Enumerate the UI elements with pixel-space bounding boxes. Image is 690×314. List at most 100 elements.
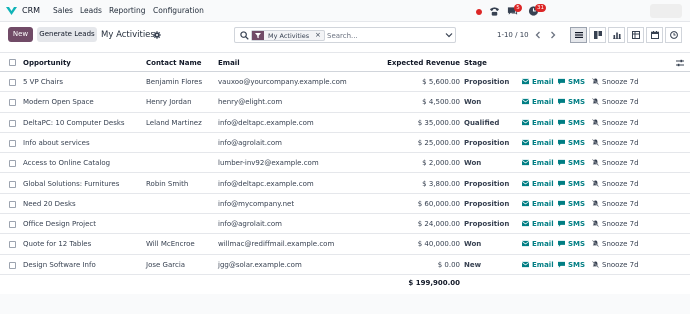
sms-action-button[interactable]: SMS (558, 98, 585, 106)
sms-action-button[interactable]: SMS (558, 139, 585, 147)
new-button[interactable]: New (8, 27, 33, 42)
snooze-action-button[interactable]: Snooze 7d (592, 180, 639, 188)
row-checkbox[interactable] (9, 79, 16, 86)
sms-action-button[interactable]: SMS (558, 159, 585, 167)
cell-stage: Won (464, 240, 482, 249)
sms-icon (558, 99, 565, 105)
apps-menu-icon[interactable] (6, 6, 17, 16)
user-avatar[interactable] (650, 4, 682, 18)
snooze-action-label: Snooze 7d (602, 118, 639, 127)
calendar-icon (651, 31, 659, 39)
menu-configuration[interactable]: Configuration (153, 6, 204, 15)
snooze-action-button[interactable]: Snooze 7d (592, 139, 639, 147)
sms-action-button[interactable]: SMS (558, 261, 585, 269)
table-row[interactable]: Quote for 12 Tables Will McEncroe willma… (0, 234, 690, 255)
menu-leads[interactable]: Leads (80, 6, 102, 15)
sms-action-button[interactable]: SMS (558, 78, 585, 86)
email-action-button[interactable]: Email (521, 159, 554, 167)
phone-icon[interactable] (489, 5, 500, 17)
table-row[interactable]: 5 VP Chairs Benjamin Flores vauxoo@yourc… (0, 72, 690, 93)
email-action-button[interactable]: Email (521, 78, 554, 86)
email-action-button[interactable]: Email (521, 220, 554, 228)
table-row[interactable]: Modern Open Space Henry Jordan henry@eli… (0, 92, 690, 113)
cell-revenue: $ 0.00 (437, 260, 460, 269)
row-checkbox[interactable] (9, 241, 16, 249)
row-checkbox[interactable] (9, 139, 16, 147)
kanban-view-button[interactable] (589, 27, 606, 43)
envelope-icon (521, 78, 530, 85)
menu-reporting[interactable]: Reporting (109, 6, 145, 15)
table-row[interactable]: DeltaPC: 10 Computer Desks Leland Martin… (0, 112, 690, 133)
facet-remove-icon[interactable]: × (315, 31, 321, 39)
column-header-opportunity[interactable]: Opportunity (23, 59, 71, 67)
column-header-revenue[interactable]: Expected Revenue (380, 59, 460, 67)
cell-contact: Henry Jordan (146, 98, 192, 107)
column-header-stage[interactable]: Stage (464, 59, 487, 67)
cell-email: jgg@solar.example.com (218, 260, 302, 269)
activity-view-button[interactable] (665, 27, 682, 43)
table-row[interactable]: Info about services info@agrolait.com $ … (0, 132, 690, 154)
table-row[interactable]: Global Solutions: Furnitures Robin Smith… (0, 173, 690, 194)
generate-leads-button[interactable]: Generate Leads (37, 27, 97, 42)
chevron-left-icon[interactable] (531, 28, 545, 42)
table-row[interactable]: Office Design Project info@agrolait.com … (0, 214, 690, 235)
email-action-button[interactable]: Email (521, 98, 554, 106)
row-checkbox[interactable] (9, 160, 16, 168)
email-action-button[interactable]: Email (521, 240, 554, 248)
table-row[interactable]: Need 20 Desks info@mycompany.net $ 60,00… (0, 193, 690, 215)
column-header-email[interactable]: Email (218, 59, 240, 67)
email-action-button[interactable]: Email (521, 180, 554, 188)
top-navbar: CRM Sales Leads Reporting Configuration … (0, 0, 690, 22)
row-checkbox[interactable] (9, 261, 16, 269)
email-action-button[interactable]: Email (521, 260, 554, 269)
email-action-label: Email (532, 260, 554, 269)
pager-value[interactable]: 1-10 / 10 (497, 31, 529, 39)
optional-columns-icon[interactable] (676, 59, 684, 67)
email-action-label: Email (532, 199, 554, 208)
sms-action-button[interactable]: SMS (558, 180, 585, 188)
app-name[interactable]: CRM (22, 6, 40, 15)
chevron-right-icon[interactable] (546, 28, 560, 42)
row-checkbox[interactable] (9, 99, 16, 107)
activity-badge: 31 (535, 4, 546, 12)
envelope-icon (521, 119, 530, 125)
search-input[interactable] (327, 30, 437, 41)
graph-view-button[interactable] (608, 27, 625, 43)
sms-action-button[interactable]: SMS (558, 240, 585, 248)
sms-action-button[interactable]: SMS (558, 200, 585, 208)
gear-icon[interactable] (153, 31, 161, 39)
chevron-down-icon[interactable] (445, 31, 453, 39)
snooze-action-button[interactable]: Snooze 7d (592, 159, 639, 167)
sms-action-button[interactable]: SMS (558, 119, 585, 127)
bell-slash-icon (592, 179, 599, 187)
snooze-action-button[interactable]: Snooze 7d (592, 261, 639, 269)
row-checkbox[interactable] (9, 119, 16, 127)
email-action-button[interactable]: Email (521, 139, 554, 147)
menu-sales[interactable]: Sales (53, 6, 73, 15)
email-action-button[interactable]: Email (521, 119, 554, 127)
envelope-icon (521, 139, 530, 146)
select-all-checkbox[interactable] (9, 59, 16, 66)
snooze-action-button[interactable]: Snooze 7d (592, 98, 639, 106)
row-checkbox[interactable] (9, 200, 16, 208)
sms-action-label: SMS (568, 199, 586, 208)
snooze-action-button[interactable]: Snooze 7d (592, 220, 639, 228)
column-header-contact[interactable]: Contact Name (146, 59, 202, 67)
calendar-view-button[interactable] (646, 27, 663, 43)
table-row[interactable]: Access to Online Catalog lumber-inv92@ex… (0, 153, 690, 174)
table-row[interactable]: Design Software Info Jose Garcia jgg@sol… (0, 254, 690, 275)
snooze-action-button[interactable]: Snooze 7d (592, 200, 639, 208)
sms-action-button[interactable]: SMS (558, 220, 585, 228)
search-icon[interactable] (240, 31, 249, 40)
snooze-action-button[interactable]: Snooze 7d (592, 240, 639, 248)
cell-revenue: $ 25,000.00 (417, 138, 460, 147)
row-checkbox[interactable] (9, 180, 16, 188)
snooze-action-button[interactable]: Snooze 7d (592, 119, 639, 127)
snooze-action-button[interactable]: Snooze 7d (592, 78, 639, 86)
cell-contact: Jose Garcia (146, 260, 186, 269)
row-checkbox[interactable] (9, 221, 16, 229)
list-view-button[interactable] (570, 27, 587, 43)
pivot-view-button[interactable] (627, 27, 644, 43)
sms-action-label: SMS (568, 159, 586, 168)
email-action-button[interactable]: Email (521, 199, 554, 208)
